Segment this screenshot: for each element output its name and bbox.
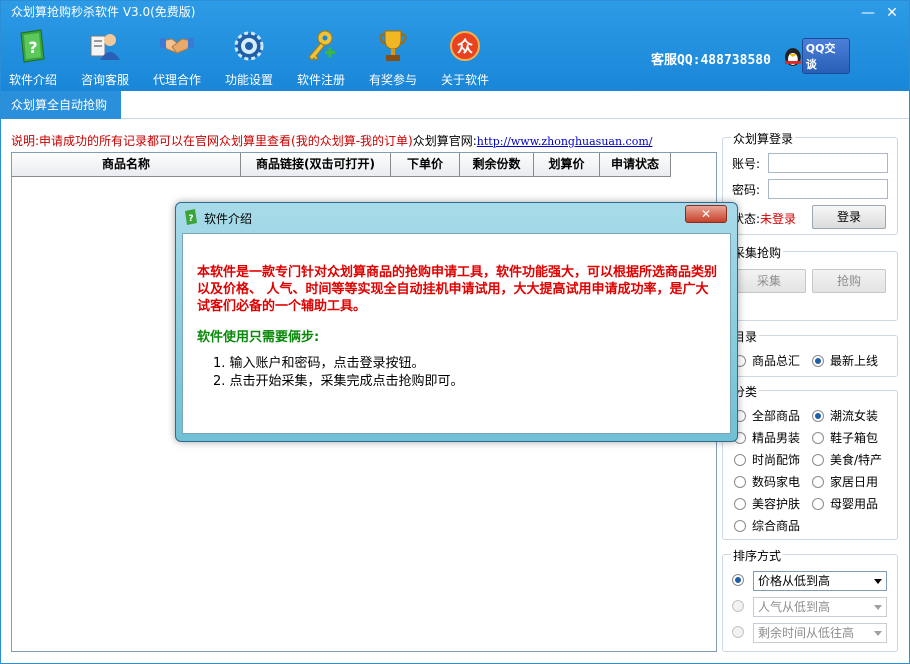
toolbar-label: 软件介绍 xyxy=(8,73,57,87)
category-radio[interactable]: 数码家电 xyxy=(734,473,800,490)
account-field[interactable] xyxy=(768,153,888,173)
sort-radio-price[interactable] xyxy=(732,574,750,586)
title-toolbar: 众划算抢购秒杀软件 V3.0(免费版) — ✕ ? 软件介绍 咨询客服 代理合作 xyxy=(1,1,909,91)
category-radio[interactable]: 母婴用品 xyxy=(812,495,878,512)
toolbar-label: 软件注册 xyxy=(296,73,345,87)
tab-auto-grab[interactable]: 众划算全自动抢购 xyxy=(1,91,121,119)
category-radio[interactable]: 鞋子箱包 xyxy=(812,429,878,446)
toolbar-function-settings[interactable]: 功能设置 xyxy=(217,27,281,87)
key-add-icon xyxy=(304,29,338,63)
book-help-icon: ? xyxy=(16,29,50,63)
minimize-icon[interactable]: — xyxy=(859,5,877,21)
tab-bar: 众划算全自动抢购 xyxy=(1,91,909,119)
category-group: 分类 全部商品 潮流女装 精品男装 鞋子箱包 时尚配饰 美食/特产 数码家电 家… xyxy=(722,383,898,540)
dialog-title: 软件介绍 xyxy=(204,212,253,226)
dialog-close-button[interactable]: ✕ xyxy=(685,205,727,223)
intro-dialog: ? 软件介绍 ✕ 本软件是一款专门针对众划算商品的抢购申请工具，软件功能强大，可… xyxy=(175,202,738,442)
category-radio[interactable]: 精品男装 xyxy=(734,429,800,446)
settings-gear-icon xyxy=(232,29,266,63)
sort-popularity-select[interactable]: 人气从低到高 xyxy=(753,597,887,617)
category-radio[interactable]: 综合商品 xyxy=(734,517,800,534)
customer-service-icon xyxy=(88,29,122,63)
status-label: 状态:未登录 xyxy=(732,212,797,226)
category-radio[interactable]: 美食/特产 xyxy=(812,451,882,468)
app-window: 众划算抢购秒杀软件 V3.0(免费版) — ✕ ? 软件介绍 咨询客服 代理合作 xyxy=(0,0,910,664)
category-radio[interactable]: 潮流女装 xyxy=(812,407,878,424)
category-radio[interactable]: 时尚配饰 xyxy=(734,451,800,468)
toolbar-consult-service[interactable]: 咨询客服 xyxy=(73,27,137,87)
toolbar-label: 代理合作 xyxy=(152,73,201,87)
site-label: 众划算官网: xyxy=(412,134,477,148)
catalog-radio-latest[interactable]: 最新上线 xyxy=(812,352,878,369)
grab-button[interactable]: 抢购 xyxy=(812,269,886,293)
svg-text:?: ? xyxy=(188,214,193,224)
sort-group-label: 排序方式 xyxy=(731,547,784,564)
collect-button[interactable]: 采集 xyxy=(732,269,806,293)
qq-chat-label: QQ交谈 xyxy=(801,38,850,74)
official-site-link[interactable]: http://www.zhonghuasuan.com/ xyxy=(477,135,653,148)
handshake-icon xyxy=(160,29,194,63)
book-help-icon: ? xyxy=(185,209,197,225)
instruction-note: 说明:申请成功的所有记录都可以在官网众划算里查看(我的众划算-我的订单)众划算官… xyxy=(11,132,652,149)
toolbar-agent-cooperation[interactable]: 代理合作 xyxy=(145,27,209,87)
toolbar-label: 有奖参与 xyxy=(368,73,417,87)
trophy-icon xyxy=(376,29,410,63)
dialog-body: 本软件是一款专门针对众划算商品的抢购申请工具，软件功能强大，可以根据所选商品类别… xyxy=(182,233,731,434)
sort-time-select[interactable]: 剩余时间从低往高 xyxy=(753,623,887,643)
login-status-value: 未登录 xyxy=(760,212,797,226)
svg-text:众: 众 xyxy=(457,37,474,56)
toolbar-software-intro[interactable]: ? 软件介绍 xyxy=(1,27,65,87)
sort-radio-popularity[interactable] xyxy=(732,600,750,612)
dialog-step: 2. 点击开始采集，采集完成点击抢购即可。 xyxy=(213,374,464,389)
support-qq-text: 客服QQ:488738580 xyxy=(651,53,771,68)
collect-group-label: 采集抢购 xyxy=(731,244,784,261)
toolbar-software-register[interactable]: 软件注册 xyxy=(289,27,353,87)
qq-chat-button[interactable]: QQ交谈 xyxy=(782,38,850,74)
column-header-remaining[interactable]: 剩余份数 xyxy=(460,153,534,177)
column-header-status[interactable]: 申请状态 xyxy=(600,153,671,177)
toolbar-prize-participation[interactable]: 有奖参与 xyxy=(361,27,425,87)
login-group-label: 众划算登录 xyxy=(731,130,796,147)
password-label: 密码: xyxy=(732,183,761,197)
sort-group: 排序方式 价格从低到高 人气从低到高 剩余时间从低往高 xyxy=(722,547,898,652)
toolbar-about-software[interactable]: 众 关于软件 xyxy=(433,27,497,87)
catalog-group: 目录 商品总汇 最新上线 xyxy=(722,328,898,377)
password-field[interactable] xyxy=(768,179,888,199)
column-header-deal-price[interactable]: 划算价 xyxy=(534,153,600,177)
category-radio[interactable]: 美容护肤 xyxy=(734,495,800,512)
chevron-down-icon xyxy=(874,605,882,610)
column-header-order-price[interactable]: 下单价 xyxy=(391,153,460,177)
svg-text:?: ? xyxy=(28,38,37,57)
category-radio[interactable]: 全部商品 xyxy=(734,407,800,424)
collect-group: 采集抢购 采集 抢购 xyxy=(722,244,898,321)
close-icon[interactable]: ✕ xyxy=(883,5,901,21)
login-button[interactable]: 登录 xyxy=(812,205,886,229)
logo-badge-icon: 众 xyxy=(448,29,482,63)
sort-radio-time[interactable] xyxy=(732,626,750,638)
toolbar-label: 咨询客服 xyxy=(80,73,129,87)
radio-dot xyxy=(812,354,824,367)
column-header-link[interactable]: 商品链接(双击可打开) xyxy=(241,153,391,177)
account-label: 账号: xyxy=(732,157,761,171)
dialog-step: 1. 输入账户和密码，点击登录按钮。 xyxy=(213,356,425,371)
toolbar-label: 功能设置 xyxy=(224,73,273,87)
sort-price-select[interactable]: 价格从低到高 xyxy=(753,571,887,591)
window-title: 众划算抢购秒杀软件 V3.0(免费版) xyxy=(11,5,196,19)
dialog-description: 本软件是一款专门针对众划算商品的抢购申请工具，软件功能强大，可以根据所选商品类别… xyxy=(197,265,718,314)
dialog-steps-title: 软件使用只需要俩步: xyxy=(197,330,320,345)
chevron-down-icon xyxy=(874,579,882,584)
chevron-down-icon xyxy=(874,631,882,636)
note-text: 说明:申请成功的所有记录都可以在官网众划算里查看(我的众划算-我的订单) xyxy=(11,134,413,148)
toolbar-label: 关于软件 xyxy=(440,73,489,87)
catalog-radio-all[interactable]: 商品总汇 xyxy=(734,352,800,369)
login-group: 众划算登录 账号: 密码: 状态:未登录 登录 xyxy=(722,130,898,235)
grid-header: 商品名称 商品链接(双击可打开) 下单价 剩余份数 划算价 申请状态 xyxy=(12,153,671,177)
penguin-icon xyxy=(784,48,801,66)
column-header-name[interactable]: 商品名称 xyxy=(12,153,241,177)
category-radio[interactable]: 家居日用 xyxy=(812,473,878,490)
